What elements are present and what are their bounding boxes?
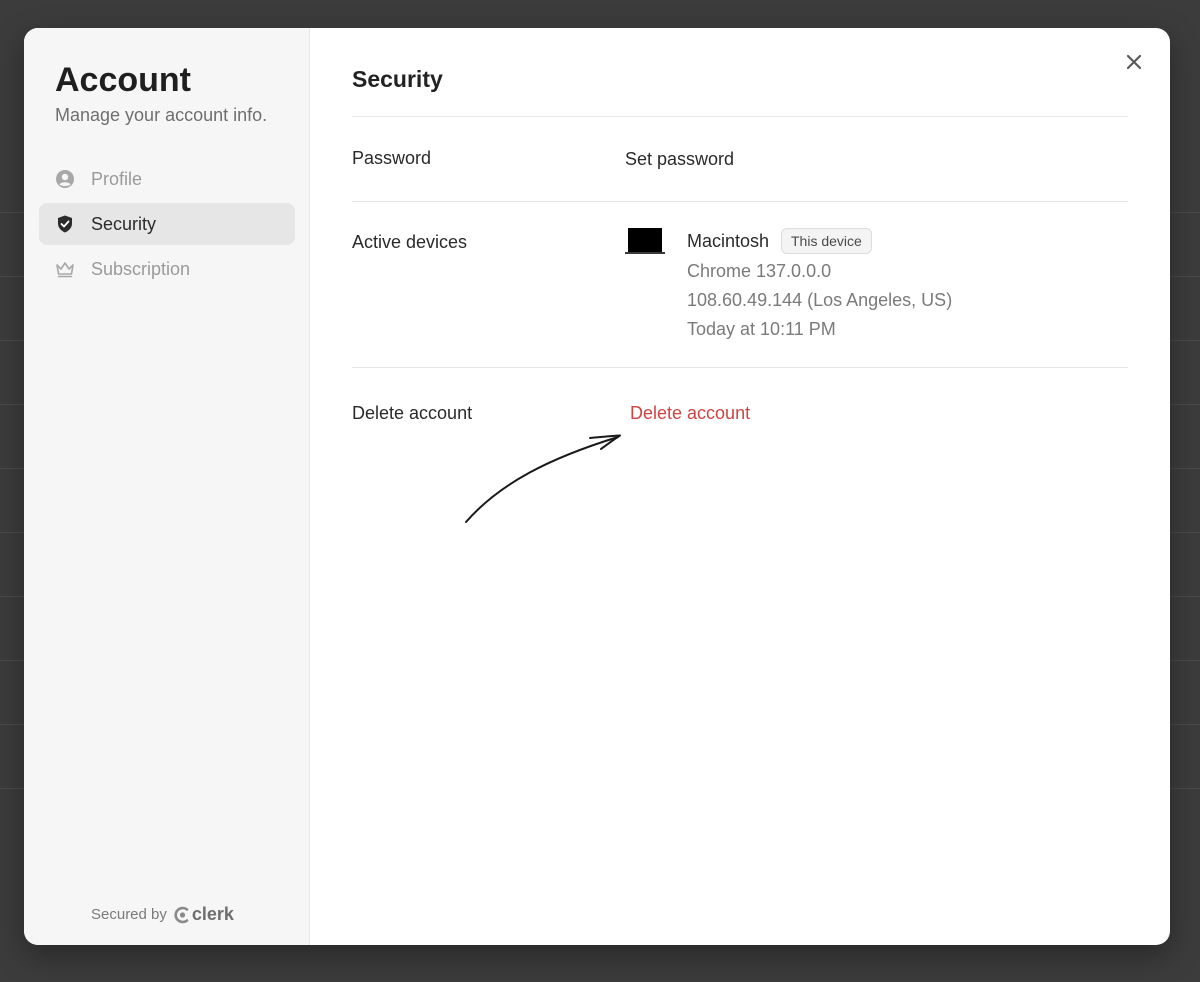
- close-icon: [1126, 54, 1142, 70]
- sidebar-nav: Profile Security Subscription: [39, 158, 295, 293]
- sidebar-item-security[interactable]: Security: [39, 203, 295, 245]
- account-modal: Account Manage your account info. Profil…: [24, 28, 1170, 945]
- laptop-icon: [625, 227, 665, 255]
- delete-account-label: Delete account: [352, 403, 473, 423]
- sidebar-item-profile[interactable]: Profile: [39, 158, 295, 200]
- sidebar-item-label: Profile: [91, 168, 143, 189]
- section-divider: [352, 201, 1128, 202]
- sidebar-subtitle: Manage your account info.: [55, 105, 268, 125]
- device-last-active: Today at 10:11 PM: [687, 319, 836, 339]
- secured-by-label: Secured by: [91, 906, 167, 923]
- active-devices-label: Active devices: [352, 232, 468, 252]
- shield-check-icon: [55, 214, 75, 234]
- device-name: Macintosh: [687, 231, 770, 251]
- section-divider: [352, 116, 1128, 117]
- close-button[interactable]: [1122, 50, 1146, 74]
- main-content: Security Password Set password Active de…: [310, 28, 1170, 945]
- user-circle-icon: [55, 169, 75, 189]
- hand-drawn-arrow-icon: [465, 434, 621, 523]
- password-label: Password: [352, 148, 432, 168]
- device-browser: Chrome 137.0.0.0: [687, 261, 832, 281]
- this-device-badge: This device: [781, 228, 872, 254]
- section-divider: [352, 367, 1128, 368]
- sidebar-item-label: Security: [91, 213, 157, 234]
- secured-by-footer: Secured by clerk: [91, 904, 234, 925]
- set-password-button[interactable]: Set password: [625, 149, 734, 170]
- clerk-logo[interactable]: clerk: [174, 904, 234, 925]
- delete-account-button[interactable]: Delete account: [630, 403, 750, 424]
- page-title: Security: [352, 66, 443, 92]
- crown-icon: [55, 259, 75, 279]
- clerk-logo-icon: [174, 906, 189, 923]
- sidebar-title: Account: [55, 61, 191, 99]
- device-location: 108.60.49.144 (Los Angeles, US): [687, 290, 953, 310]
- sidebar-item-label: Subscription: [91, 258, 191, 279]
- sidebar: Account Manage your account info. Profil…: [24, 28, 310, 945]
- sidebar-item-subscription[interactable]: Subscription: [39, 248, 295, 290]
- clerk-brand-text: clerk: [191, 904, 234, 924]
